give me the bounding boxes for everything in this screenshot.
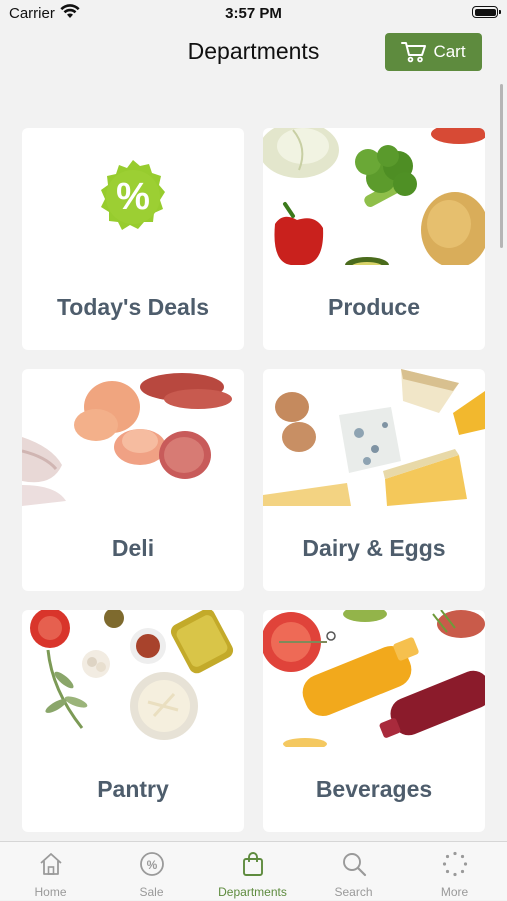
tab-home[interactable]: Home: [0, 842, 101, 901]
bag-icon: [242, 852, 263, 876]
department-card-deli[interactable]: Deli: [22, 369, 244, 591]
status-bar: Carrier 3:57 PM: [0, 0, 507, 28]
svg-text:%: %: [116, 176, 150, 218]
tab-label: Home: [34, 885, 67, 899]
more-icon: [442, 851, 467, 877]
dairy-photo: [263, 369, 485, 506]
tab-bar: Home % Sale Departments Search More: [0, 841, 507, 900]
battery-icon: [472, 6, 501, 18]
deli-photo: [22, 369, 244, 506]
percent-badge-icon: %: [22, 128, 244, 265]
cart-label: Cart: [433, 42, 466, 61]
tab-search[interactable]: Search: [303, 842, 404, 901]
scroll-indicator[interactable]: [500, 84, 503, 248]
tab-label: Search: [334, 885, 373, 899]
tab-sale[interactable]: % Sale: [101, 842, 202, 901]
cart-button[interactable]: Cart: [385, 33, 482, 71]
svg-text:%: %: [146, 858, 157, 872]
department-label: Beverages: [315, 776, 433, 802]
department-label: Pantry: [97, 776, 169, 802]
tab-departments[interactable]: Departments: [202, 842, 303, 901]
pantry-photo: [22, 610, 244, 747]
department-label: Deli: [111, 535, 155, 561]
department-label: Today's Deals: [56, 294, 210, 320]
cart-icon: [401, 42, 427, 63]
department-card-beverages[interactable]: Beverages: [263, 610, 485, 832]
tab-label: Departments: [218, 885, 287, 899]
tab-more[interactable]: More: [404, 842, 505, 901]
search-icon: [342, 853, 366, 877]
home-icon: [39, 853, 62, 875]
status-time: 3:57 PM: [225, 5, 282, 22]
department-card-pantry[interactable]: Pantry: [22, 610, 244, 832]
beverages-photo: [263, 610, 485, 747]
produce-photo: [263, 128, 485, 265]
sale-icon: %: [139, 852, 164, 876]
department-card-dairy-eggs[interactable]: Dairy & Eggs: [263, 369, 485, 591]
department-label: Dairy & Eggs: [302, 535, 446, 561]
tab-label: More: [440, 885, 469, 899]
department-label: Produce: [327, 294, 421, 320]
tab-label: Sale: [139, 885, 164, 899]
department-card-produce[interactable]: Produce: [263, 128, 485, 350]
department-card-todays-deals[interactable]: % Today's Deals: [22, 128, 244, 350]
